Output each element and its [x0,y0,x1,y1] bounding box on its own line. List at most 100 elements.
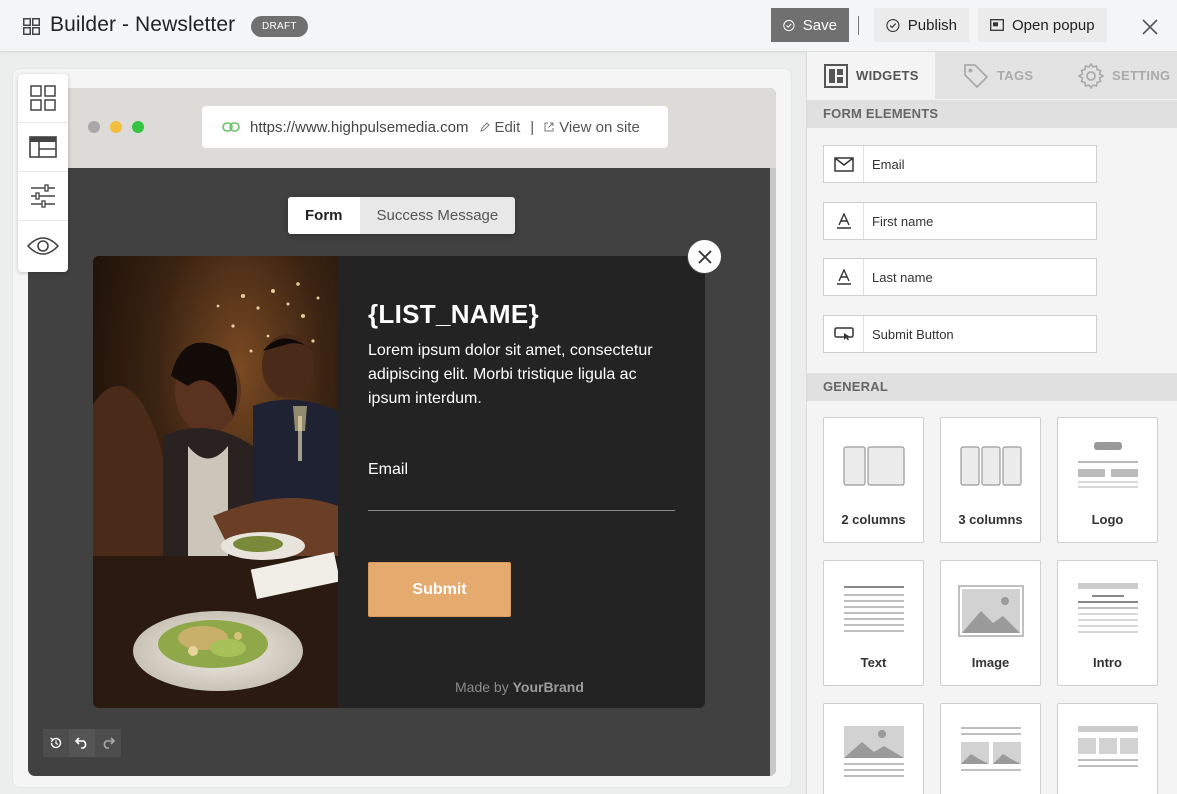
widget-logo[interactable]: Logo [1057,417,1158,543]
widget-3-columns[interactable]: 3 columns [940,417,1041,543]
widget-3-columns-label: 3 columns [958,512,1023,527]
widgets-tool-button[interactable] [18,74,68,123]
status-badge: DRAFT [251,16,308,37]
widget-intro[interactable]: Intro [1057,560,1158,686]
edit-label: Edit [494,118,521,136]
widget-2-columns-label: 2 columns [841,512,906,527]
submit-button[interactable]: Submit [368,562,511,617]
open-popup-label: Open popup [1012,16,1095,34]
close-icon [697,249,712,264]
widgets-panel: WIDGETS TAGS SETTING FORM ELEMENTS Email… [806,52,1177,794]
made-by-footer: Made by YourBrand [455,679,584,695]
button-cursor-icon [833,327,854,341]
widget-email-label: Email [872,156,905,172]
envelope-icon [833,156,854,172]
browser-preview: https://www.highpulsemedia.com Edit | Vi… [28,88,776,776]
open-popup-button[interactable]: Open popup [978,8,1107,42]
undo-button[interactable] [69,729,95,757]
footer-prefix: Made by [455,679,509,695]
widget-submit-label: Submit Button [872,326,954,342]
email-field-underline[interactable] [368,510,675,511]
undo-icon [75,737,87,749]
widgets-icon [824,63,848,88]
three-image-text-icon [1078,726,1138,767]
redo-button[interactable] [95,729,121,757]
external-link-icon [544,122,554,132]
widget-intro-label: Intro [1093,655,1122,670]
popup-close-button[interactable] [687,239,722,274]
close-icon[interactable] [1141,18,1159,36]
widget-image-label: Image [971,655,1010,670]
widget-first-name-label: First name [872,213,934,229]
general-header: GENERAL [807,373,1177,401]
edit-url-link[interactable]: Edit [480,119,520,136]
publish-button[interactable]: Publish [874,8,969,42]
tab-widgets[interactable]: WIDGETS [807,52,935,99]
url-separator: | [530,118,535,136]
widget-image-text[interactable] [823,703,924,794]
toolbar-divider [858,16,859,35]
preview-eye-icon [27,236,59,255]
widget-first-name[interactable]: First name [823,202,1097,240]
text-field-icon [836,213,851,229]
widget-two-image-text[interactable] [940,703,1041,794]
save-label: Save [802,16,837,34]
image-icon [958,585,1024,637]
check-circle-icon [783,19,795,31]
save-button[interactable]: Save [771,8,849,42]
tab-setting-label: SETTING [1112,68,1171,83]
widget-2-columns[interactable]: 2 columns [823,417,924,543]
view-on-site-link[interactable]: View on site [544,119,640,136]
footer-brand: YourBrand [512,679,584,695]
layout-tool-button[interactable] [18,123,68,172]
two-image-text-icon [961,727,1021,771]
widget-text-label: Text [860,655,887,670]
image-text-icon [844,726,904,777]
preview-scrollbar[interactable] [770,168,776,776]
newsletter-popup: {LIST_NAME} Lorem ipsum dolor sit amet, … [93,256,705,708]
three-columns-icon [960,446,1022,486]
widget-text[interactable]: Text [823,560,924,686]
widget-last-name[interactable]: Last name [823,258,1097,296]
apps-grid-icon[interactable] [23,18,40,35]
window-dot-yellow [110,121,122,133]
popup-title[interactable]: {LIST_NAME} [368,299,539,330]
email-field-label[interactable]: Email [368,461,408,479]
popup-state-tabs: Form Success Message [288,197,516,234]
sliders-icon [31,184,55,208]
text-lines-icon [844,586,904,632]
pencil-icon [480,122,491,132]
tab-success-message[interactable]: Success Message [360,197,516,234]
check-circle-icon [886,18,900,32]
text-field-icon [836,269,851,285]
widget-three-image-text[interactable] [1057,703,1158,794]
layout-icon [29,136,57,158]
url-bar: https://www.highpulsemedia.com Edit | Vi… [202,106,668,148]
tab-setting[interactable]: SETTING [1078,52,1170,99]
intro-layout-icon [1078,583,1138,633]
tab-form[interactable]: Form [288,197,360,234]
form-elements-header: FORM ELEMENTS [807,100,1177,128]
widget-submit-button[interactable]: Submit Button [823,315,1097,353]
popup-window-icon [990,19,1004,31]
panel-tabs: WIDGETS TAGS SETTING [807,52,1177,99]
tab-tags-label: TAGS [997,68,1034,83]
widget-image[interactable]: Image [940,560,1041,686]
tab-widgets-label: WIDGETS [856,68,919,83]
settings-tool-button[interactable] [18,172,68,221]
widget-last-name-label: Last name [872,269,933,285]
widget-email[interactable]: Email [823,145,1097,183]
view-label: View on site [559,118,640,136]
window-dot-green [132,121,144,133]
top-bar: Builder - Newsletter DRAFT Save Publish … [0,0,1177,52]
two-columns-icon [843,446,905,486]
preview-tool-button[interactable] [18,221,68,270]
history-button[interactable] [43,729,69,757]
page-title: Builder - Newsletter [50,13,236,36]
history-icon [50,737,62,749]
popup-description[interactable]: Lorem ipsum dolor sit amet, consectetur … [368,339,678,411]
restaurant-photo [93,256,338,708]
tab-tags[interactable]: TAGS [963,52,1033,99]
site-url: https://www.highpulsemedia.com [250,118,469,136]
redo-icon [103,737,115,749]
